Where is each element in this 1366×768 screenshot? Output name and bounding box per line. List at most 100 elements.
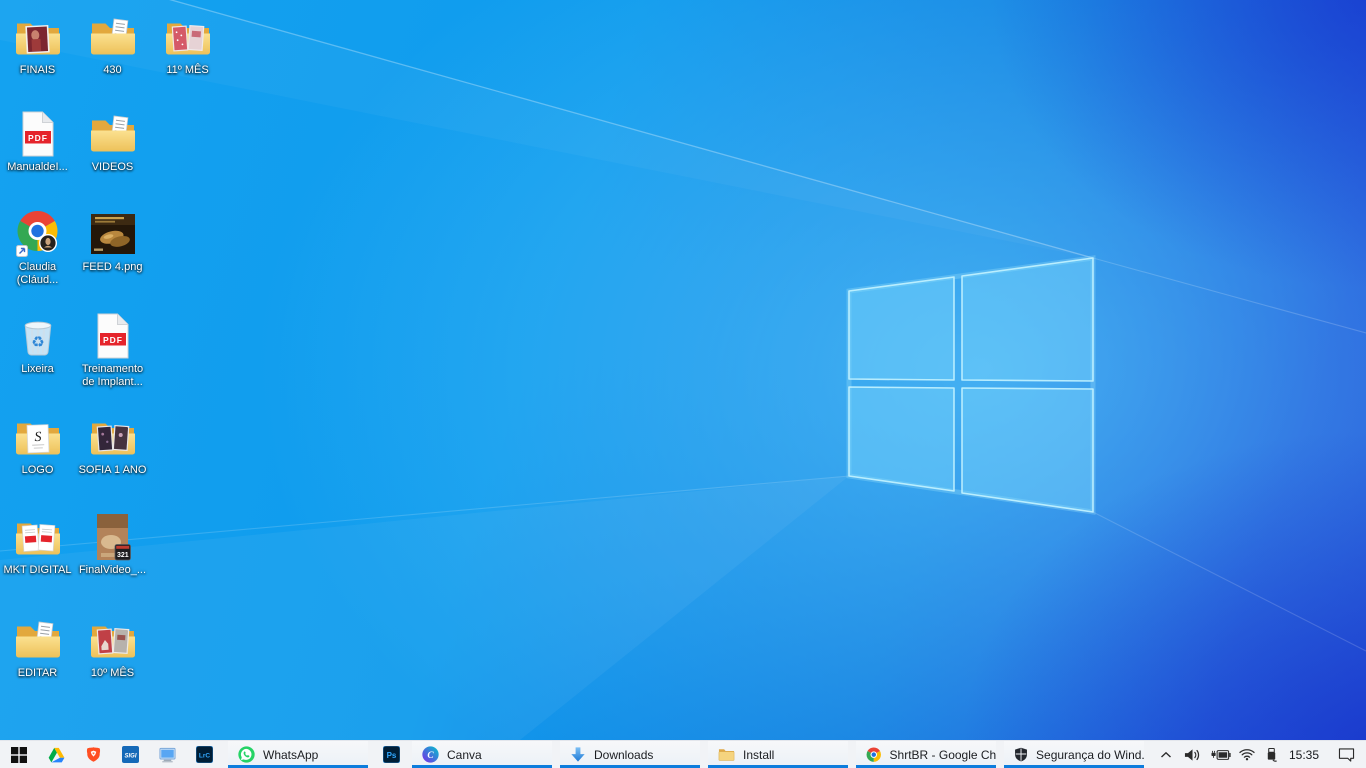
desktop-icon-mkt-digital[interactable]: MKT DIGITAL <box>0 513 75 577</box>
desktop-icon-430[interactable]: 430 <box>75 13 150 77</box>
chevron-up-icon <box>1160 751 1172 759</box>
image-thumbnail <box>75 210 150 258</box>
folder-photos-icon <box>75 616 150 664</box>
icon-label: MKT DIGITAL <box>0 564 75 577</box>
folder-photos-icon <box>150 13 225 61</box>
icon-label: VIDEOS <box>75 161 150 174</box>
photoshop-icon: Ps <box>383 746 400 763</box>
hidden-icons-chevron[interactable] <box>1153 741 1179 768</box>
lightroom-classic-icon: LrC <box>196 746 213 763</box>
icon-label: FinalVideo_... <box>75 564 150 577</box>
folder-icon <box>75 13 150 61</box>
desktop-icon-manual-pdf[interactable]: ManualdeI... <box>0 110 75 174</box>
usb-device-icon <box>1265 747 1278 763</box>
icon-label: SOFIA 1 ANO <box>75 464 150 477</box>
wifi-tray-icon[interactable] <box>1234 741 1260 768</box>
folder-icon <box>0 616 75 664</box>
desktop-icon-11-mes[interactable]: 11º MÊS <box>150 13 225 77</box>
icon-label: ManualdeI... <box>0 161 75 174</box>
folder-pdfs-icon <box>0 513 75 561</box>
icon-label: Lixeira <box>0 363 75 376</box>
battery-tray-icon[interactable] <box>1206 741 1234 768</box>
icon-label: LOGO <box>0 464 75 477</box>
desktop-icon-videos[interactable]: VIDEOS <box>75 110 150 174</box>
action-center-icon <box>1338 747 1355 762</box>
canva-icon: C <box>422 746 439 763</box>
google-drive-icon <box>48 747 65 763</box>
taskbar-pin-google-drive[interactable] <box>38 741 75 768</box>
sigi-icon: SIGI <box>122 746 139 763</box>
taskbar-pin-brave[interactable] <box>75 741 112 768</box>
taskbar: SIGI LrC WhatsApp <box>0 740 1366 768</box>
download-arrow-icon <box>570 746 586 763</box>
desktop-icon-feed4-png[interactable]: FEED 4.png <box>75 210 150 274</box>
windows-start-icon <box>11 747 27 763</box>
folder-document-icon: S <box>0 413 75 461</box>
svg-text:C: C <box>427 751 434 761</box>
recycle-bin-icon: ♻ <box>0 312 75 360</box>
video-thumbnail: 321 <box>75 513 150 561</box>
desktop-icon-sofia-1-ano[interactable]: SOFIA 1 ANO <box>75 413 150 477</box>
pdf-icon <box>0 110 75 158</box>
svg-text:Ps: Ps <box>386 751 396 760</box>
taskbar-app-whatsapp[interactable]: WhatsApp <box>228 741 368 768</box>
desktop-icon-claudia-chrome[interactable]: Claudia(Cláud... <box>0 210 75 287</box>
icon-label: FEED 4.png <box>75 261 150 274</box>
computer-monitor-icon <box>159 747 176 763</box>
desktop-icon-recycle-bin[interactable]: ♻ Lixeira <box>0 312 75 376</box>
folder-icon <box>75 110 150 158</box>
start-button[interactable] <box>0 741 38 768</box>
brave-icon <box>86 746 101 763</box>
desktop-icon-editar[interactable]: EDITAR <box>0 616 75 680</box>
taskbar-pin-photoshop[interactable]: Ps <box>372 741 410 768</box>
svg-text:♻: ♻ <box>31 333 44 351</box>
svg-text:321: 321 <box>116 552 128 559</box>
svg-text:S: S <box>34 430 42 445</box>
taskbar-app-label: WhatsApp <box>263 748 318 762</box>
svg-text:LrC: LrC <box>199 753 211 760</box>
icon-label: 11º MÊS <box>150 64 225 77</box>
speaker-icon <box>1184 748 1201 762</box>
icon-label: 10º MÊS <box>75 667 150 680</box>
folder-icon <box>718 747 735 762</box>
taskbar-app-downloads[interactable]: Downloads <box>560 741 700 768</box>
taskbar-pin-sigi[interactable]: SIGI <box>112 741 149 768</box>
desktop-icon-10-mes[interactable]: 10º MÊS <box>75 616 150 680</box>
taskbar-app-label: Install <box>743 748 774 762</box>
taskbar-app-label: Downloads <box>594 748 653 762</box>
desktop-wallpaper[interactable] <box>0 0 1366 740</box>
taskbar-app-install-folder[interactable]: Install <box>708 741 848 768</box>
desktop-icon-finais[interactable]: FINAIS <box>0 13 75 77</box>
whatsapp-icon <box>238 746 255 763</box>
clock-time: 15:35 <box>1289 748 1319 762</box>
security-shield-icon <box>1014 746 1028 763</box>
desktop-icon-finalvideo[interactable]: 321 FinalVideo_... <box>75 513 150 577</box>
folder-photos-icon <box>75 413 150 461</box>
taskbar-app-windows-security[interactable]: Segurança do Wind... <box>1004 741 1144 768</box>
desktop-icon-treinamento-pdf[interactable]: Treinamentode Implant... <box>75 312 150 389</box>
taskbar-app-canva[interactable]: C Canva <box>412 741 552 768</box>
pdf-icon <box>75 312 150 360</box>
taskbar-clock[interactable]: 15:35 <box>1282 741 1326 768</box>
wifi-icon <box>1239 748 1255 761</box>
icon-label: Treinamentode Implant... <box>75 363 150 389</box>
svg-text:SIGI: SIGI <box>124 754 136 760</box>
windows-desktop-screen: FINAIS 430 <box>0 0 1366 768</box>
volume-tray-icon[interactable] <box>1179 741 1206 768</box>
system-tray: 15:35 <box>1153 741 1366 768</box>
taskbar-app-chrome[interactable]: ShrtBR - Google Ch... <box>856 741 996 768</box>
folder-photo-icon <box>0 13 75 61</box>
taskbar-pin-this-pc[interactable] <box>149 741 186 768</box>
taskbar-pin-lightroom-classic[interactable]: LrC <box>186 741 223 768</box>
taskbar-app-label: Segurança do Wind... <box>1036 748 1144 762</box>
icon-label: EDITAR <box>0 667 75 680</box>
taskbar-app-label: Canva <box>447 748 482 762</box>
action-center-button[interactable] <box>1326 741 1366 768</box>
icon-label: FINAIS <box>0 64 75 77</box>
battery-charging-icon <box>1210 749 1231 761</box>
icon-label: 430 <box>75 64 150 77</box>
icon-label: Claudia(Cláud... <box>0 261 75 287</box>
windows-logo <box>0 0 1366 740</box>
desktop-icon-logo[interactable]: S LOGO <box>0 413 75 477</box>
usb-eject-tray-icon[interactable] <box>1260 741 1282 768</box>
